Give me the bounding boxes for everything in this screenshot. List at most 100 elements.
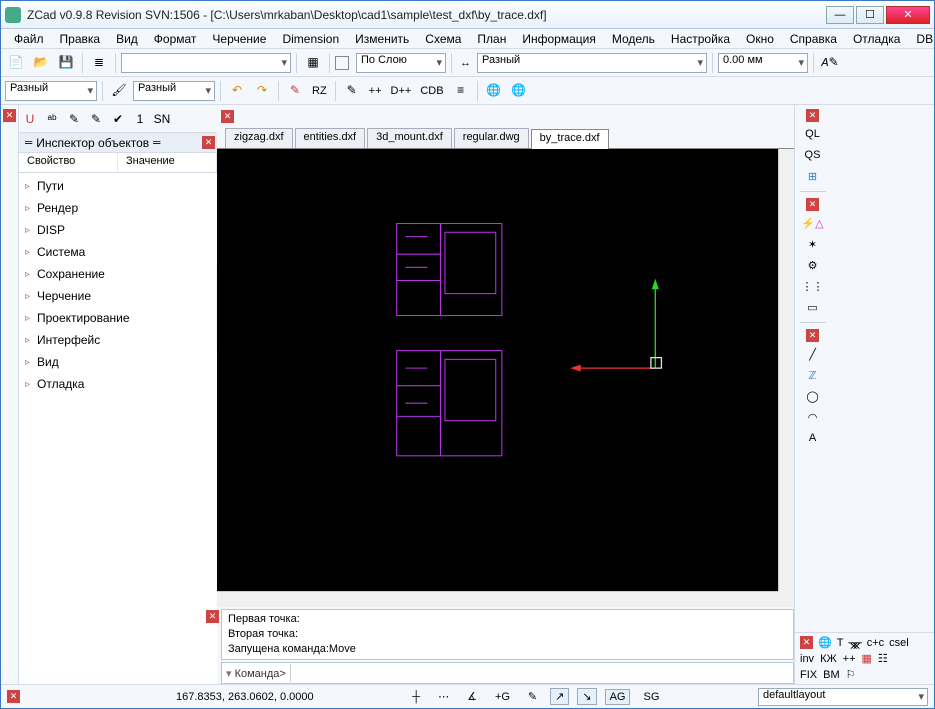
tool-icon-1[interactable]: ✎: [65, 110, 83, 128]
menu-файл[interactable]: Файл: [7, 30, 51, 48]
globe-small-icon[interactable]: 🌐: [818, 636, 832, 649]
tree-item[interactable]: ▹Проектирование: [19, 307, 217, 329]
cc-button[interactable]: c+c: [867, 637, 884, 649]
color-grid-button[interactable]: ▦: [302, 52, 324, 74]
pencil-toggle[interactable]: ✎: [523, 688, 542, 705]
inv-button[interactable]: inv: [800, 653, 814, 665]
horizontal-scrollbar[interactable]: [217, 591, 778, 607]
status-close-icon[interactable]: [7, 690, 20, 703]
fix-button[interactable]: FIX: [800, 669, 817, 681]
tool-icon-2[interactable]: ✎: [87, 110, 105, 128]
menu-модель[interactable]: Модель: [605, 30, 662, 48]
tree-item[interactable]: ▹Сохранение: [19, 263, 217, 285]
menu-db[interactable]: DB: [909, 30, 935, 48]
file-tab[interactable]: 3d_mount.dxf: [367, 128, 452, 148]
tree-item[interactable]: ▹Интерфейс: [19, 329, 217, 351]
wrench-icon[interactable]: ᚘ: [848, 636, 861, 649]
combo-left[interactable]: Разный: [5, 81, 97, 101]
window-close[interactable]: [886, 6, 930, 24]
globe2-button[interactable]: 🌐: [508, 80, 530, 102]
menu-информация[interactable]: Информация: [515, 30, 602, 48]
close-panel-icon[interactable]: [3, 109, 16, 122]
menu-dimension[interactable]: Dimension: [275, 30, 346, 48]
qs-button[interactable]: QS: [800, 146, 826, 164]
sn-label[interactable]: SN: [153, 110, 171, 128]
ag-toggle[interactable]: AG: [605, 689, 631, 705]
star-icon[interactable]: ✶: [800, 235, 826, 253]
right-close-icon-3[interactable]: [806, 329, 819, 342]
menu-изменить[interactable]: Изменить: [348, 30, 416, 48]
circle-icon[interactable]: ◯: [800, 387, 826, 405]
list-button[interactable]: ≡: [450, 80, 472, 102]
g-toggle[interactable]: +G: [490, 689, 515, 705]
text-style-button[interactable]: A✎: [819, 52, 841, 74]
window-maximize[interactable]: [856, 6, 884, 24]
tree-icon[interactable]: ⊞: [800, 167, 826, 185]
tree-item[interactable]: ▹DISP: [19, 219, 217, 241]
csel-button[interactable]: csel: [889, 637, 909, 649]
bm-button[interactable]: BM: [823, 669, 840, 681]
tree-item[interactable]: ▹Отладка: [19, 373, 217, 395]
bylayer-combo[interactable]: По Слою: [356, 53, 446, 73]
menu-черчение[interactable]: Черчение: [205, 30, 273, 48]
angle-icon[interactable]: ∡: [462, 688, 482, 705]
bolt-icon[interactable]: ⚡△: [800, 214, 826, 232]
menu-план[interactable]: План: [470, 30, 513, 48]
combo-mid[interactable]: Разный: [133, 81, 215, 101]
tree-item[interactable]: ▹Черчение: [19, 285, 217, 307]
redo-button[interactable]: ↷: [251, 80, 273, 102]
red-grid-icon[interactable]: ▦: [862, 652, 872, 665]
n-icon[interactable]: ℤ: [800, 366, 826, 384]
linetype-combo[interactable]: Разный: [477, 53, 707, 73]
menu-окно[interactable]: Окно: [739, 30, 781, 48]
vertical-scrollbar[interactable]: [778, 149, 794, 591]
layers-button[interactable]: ≣: [88, 52, 110, 74]
right-close-icon[interactable]: [806, 109, 819, 122]
tool-icon-3[interactable]: ✔: [109, 110, 127, 128]
dpp-label[interactable]: D++: [388, 85, 415, 97]
snap-grid-icon[interactable]: ┼: [407, 689, 425, 705]
tree-item[interactable]: ▹Вид: [19, 351, 217, 373]
dotgrid-icon[interactable]: ⋮⋮: [800, 277, 826, 295]
menu-формат[interactable]: Формат: [147, 30, 204, 48]
menu-схема[interactable]: Схема: [418, 30, 468, 48]
open-file-button[interactable]: 📂: [30, 52, 52, 74]
undo-button[interactable]: ↶: [226, 80, 248, 102]
menu-вид[interactable]: Вид: [109, 30, 145, 48]
layer-combo[interactable]: [121, 53, 291, 73]
pp2-button[interactable]: ++: [843, 653, 856, 665]
pencil-red-button[interactable]: ✎: [284, 80, 306, 102]
layout-combo[interactable]: defaultlayout: [758, 688, 928, 706]
drawing-canvas[interactable]: [217, 149, 778, 591]
ql-button[interactable]: QL: [800, 125, 826, 143]
gear-icon[interactable]: ⚙: [800, 256, 826, 274]
col-property[interactable]: Свойство: [19, 153, 118, 172]
menu-правка[interactable]: Правка: [53, 30, 108, 48]
square-icon[interactable]: ▭: [800, 298, 826, 316]
file-tab[interactable]: entities.dxf: [295, 128, 366, 148]
globe1-button[interactable]: 🌐: [483, 80, 505, 102]
save-button[interactable]: 💾: [55, 52, 77, 74]
mini-icon[interactable]: ☷: [878, 652, 888, 665]
command-input[interactable]: [290, 664, 793, 682]
abc-icon[interactable]: ᵃᵇ: [43, 110, 61, 128]
snap-toggle-1[interactable]: ↗: [550, 688, 569, 705]
menu-отладка[interactable]: Отладка: [846, 30, 907, 48]
lineweight-combo[interactable]: 0.00 мм: [718, 53, 808, 73]
magnet-icon[interactable]: U: [21, 110, 39, 128]
file-tab[interactable]: by_trace.dxf: [531, 129, 609, 149]
arc-icon[interactable]: ◠: [800, 408, 826, 426]
console-close-icon[interactable]: [206, 610, 219, 623]
tabs-close-icon[interactable]: [221, 110, 234, 123]
flag-icon[interactable]: ⚐: [846, 668, 856, 681]
menu-справка[interactable]: Справка: [783, 30, 844, 48]
brush-button[interactable]: 🖌: [108, 80, 130, 102]
inspector-close-icon[interactable]: [202, 136, 215, 149]
file-tab[interactable]: regular.dwg: [454, 128, 529, 148]
sg-toggle[interactable]: SG: [638, 689, 664, 705]
menu-настройка[interactable]: Настройка: [664, 30, 737, 48]
pencil-button[interactable]: ✎: [341, 80, 363, 102]
br-close-icon[interactable]: [800, 636, 813, 649]
right-close-icon-2[interactable]: [806, 198, 819, 211]
window-minimize[interactable]: [826, 6, 854, 24]
